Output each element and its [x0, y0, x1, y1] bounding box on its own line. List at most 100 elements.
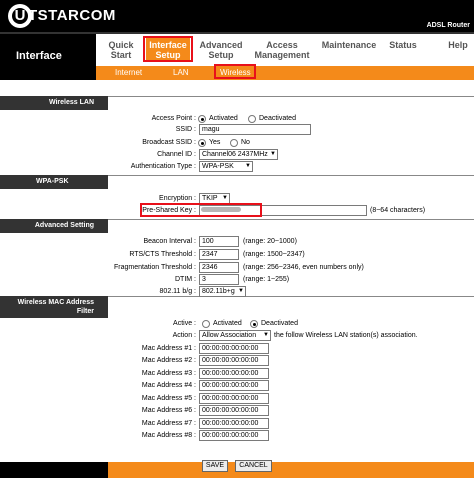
mac-active-activated-label: Activated [213, 320, 242, 327]
mode-select[interactable]: 802.11b+g ▼ [199, 286, 246, 297]
save-button[interactable]: SAVE [202, 460, 228, 472]
subnav-internet[interactable]: Internet [115, 68, 142, 77]
section-header-line: Filter [76, 308, 94, 315]
auth-type-label: Authentication Type : [130, 163, 196, 170]
nav-access-management[interactable]: Access Management [252, 40, 312, 60]
beacon-interval-input[interactable]: 100 [199, 236, 239, 247]
mac-address-label-6: Mac Address #6 : [141, 407, 196, 414]
channel-label: Channel ID : [157, 151, 196, 158]
section-header-advanced: Advanced Setting [0, 219, 108, 233]
nav-label: Access [266, 40, 298, 50]
rts-threshold-input[interactable]: 2347 [199, 249, 239, 260]
broadcast-yes-label: Yes [209, 139, 221, 146]
mac-address-input-8[interactable]: 00:00:00:00:00:00 [199, 430, 269, 441]
footer-left-block [0, 462, 108, 478]
access-point-activated-label: Activated [209, 115, 238, 122]
mac-address-label-1: Mac Address #1 : [141, 345, 196, 352]
broadcast-no-label: No [241, 139, 250, 146]
broadcast-no-radio[interactable] [230, 139, 238, 147]
nav-label: Start [110, 50, 132, 60]
chevron-down-icon: ▼ [222, 195, 228, 201]
dtim-hint: (range: 1~255) [243, 276, 290, 283]
nav-quick-start[interactable]: Quick Start [104, 40, 138, 60]
section-title: Interface [16, 50, 62, 62]
section-divider [108, 219, 474, 220]
nav-advanced-setup[interactable]: Advanced Setup [198, 40, 244, 60]
mac-action-select[interactable]: Allow Association ▼ [199, 330, 271, 341]
mac-address-input-1[interactable]: 00:00:00:00:00:00 [199, 343, 269, 354]
nav-label: Status [389, 40, 417, 50]
model-label: ADSL Router [426, 22, 470, 29]
mac-address-label-3: Mac Address #3 : [141, 370, 196, 377]
chevron-down-icon: ▼ [270, 151, 276, 157]
auth-type-select[interactable]: WPA-PSK ▼ [199, 161, 253, 172]
highlight-box [140, 203, 262, 217]
frag-threshold-hint: (range: 256~2346, even numbers only) [243, 264, 364, 271]
nav-label: Setup [208, 50, 234, 60]
mac-action-suffix: the follow Wireless LAN station(s) assoc… [274, 332, 418, 339]
nav-label: Management [254, 50, 310, 60]
utstarcom-logo: U TSTARCOM [8, 4, 118, 28]
section-header-line: Wireless MAC Address [17, 299, 94, 306]
psk-hint: (8~64 characters) [370, 207, 426, 214]
rts-threshold-label: RTS/CTS Threshold : [129, 251, 196, 258]
mac-active-deactivated-radio[interactable] [250, 320, 258, 328]
auth-type-select-value: WPA-PSK [202, 163, 234, 170]
section-header-mac-filter: Wireless MAC Address Filter [0, 296, 108, 318]
mac-active-label: Active : [173, 320, 196, 327]
nav-status[interactable]: Status [386, 40, 420, 50]
mac-address-input-3[interactable]: 00:00:00:00:00:00 [199, 368, 269, 379]
highlight-box [143, 36, 193, 62]
chevron-down-icon: ▼ [238, 288, 244, 294]
section-header-wireless-lan: Wireless LAN [0, 96, 108, 110]
dtim-label: DTIM : [175, 276, 196, 283]
ssid-input[interactable]: magu [199, 124, 311, 135]
nav-help[interactable]: Help [444, 40, 472, 50]
nav-maintenance[interactable]: Maintenance [320, 40, 378, 50]
header-bar: U TSTARCOM ADSL Router [0, 0, 474, 32]
frag-threshold-input[interactable]: 2346 [199, 262, 239, 273]
access-point-deactivated-radio[interactable] [248, 115, 256, 123]
subnav-bar [96, 66, 474, 80]
mac-address-input-5[interactable]: 00:00:00:00:00:00 [199, 393, 269, 404]
nav-label: Maintenance [321, 40, 377, 50]
broadcast-yes-radio[interactable] [198, 139, 206, 147]
channel-select[interactable]: Channel06 2437MHz ▼ [199, 149, 278, 160]
mac-active-activated-radio[interactable] [202, 320, 210, 328]
mac-address-input-4[interactable]: 00:00:00:00:00:00 [199, 380, 269, 391]
encryption-label: Encryption : [159, 195, 196, 202]
mac-address-input-7[interactable]: 00:00:00:00:00:00 [199, 418, 269, 429]
dtim-input[interactable]: 3 [199, 274, 239, 285]
mode-label: 802.11 b/g : [159, 288, 196, 295]
beacon-interval-label: Beacon Interval : [143, 238, 196, 245]
rts-threshold-hint: (range: 1500~2347) [243, 251, 305, 258]
mac-address-label-7: Mac Address #7 : [141, 420, 196, 427]
subnav-lan[interactable]: LAN [173, 68, 189, 77]
mac-address-input-6[interactable]: 00:00:00:00:00:00 [199, 405, 269, 416]
mac-address-input-2[interactable]: 00:00:00:00:00:00 [199, 355, 269, 366]
nav-label: Quick [108, 40, 134, 50]
access-point-activated-radio[interactable] [198, 115, 206, 123]
mac-address-label-8: Mac Address #8 : [141, 432, 196, 439]
section-divider [108, 175, 474, 176]
section-title-box: Interface [0, 34, 96, 80]
section-divider [108, 96, 474, 97]
mac-active-deactivated-label: Deactivated [261, 320, 298, 327]
access-point-label: Access Point : [151, 115, 196, 122]
chevron-down-icon: ▼ [245, 163, 251, 169]
mac-address-label-4: Mac Address #4 : [141, 382, 196, 389]
encryption-select-value: TKIP [202, 195, 218, 202]
mac-action-label: Action : [172, 332, 196, 339]
nav-label: Help [448, 40, 468, 50]
mac-address-label-2: Mac Address #2 : [141, 357, 196, 364]
cancel-button[interactable]: CANCEL [235, 460, 272, 472]
logo-letter: U [14, 7, 26, 24]
nav-label: Advanced [199, 40, 243, 50]
section-divider [108, 296, 474, 297]
channel-select-value: Channel06 2437MHz [202, 151, 268, 158]
mac-action-select-value: Allow Association [202, 332, 257, 339]
access-point-deactivated-label: Deactivated [259, 115, 296, 122]
section-header-wpa-psk: WPA-PSK [0, 175, 108, 189]
frag-threshold-label: Fragmentation Threshold : [114, 264, 196, 271]
broadcast-ssid-label: Broadcast SSID : [142, 139, 196, 146]
